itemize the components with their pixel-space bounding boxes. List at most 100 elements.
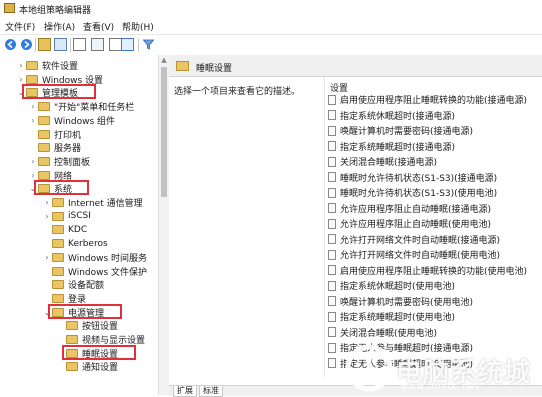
show-hide-tree-icon[interactable] <box>54 38 67 51</box>
setting-row[interactable]: 睡眠时允许待机状态(S1-S3)(接通电源) <box>328 170 497 185</box>
highlight-box <box>62 344 136 360</box>
setting-label: 允许打开网络文件时自动睡眠(使用电池) <box>340 251 501 261</box>
toolbar-separator <box>35 38 36 52</box>
policy-setting-icon <box>328 327 336 337</box>
forward-arrow-icon[interactable] <box>20 38 33 51</box>
setting-label: 允许应用程序阻止自动睡眠(使用电池) <box>340 220 492 230</box>
tree-item-label: Internet 通信管理 <box>68 199 143 209</box>
extended-view-icon[interactable] <box>121 38 134 51</box>
chevron-right-icon[interactable]: › <box>42 198 52 207</box>
policy-setting-icon <box>328 203 336 213</box>
policy-setting-icon <box>328 110 336 120</box>
policy-setting-icon <box>328 311 336 322</box>
tree-pane: › 软件设置 › Windows 设置 ⌄ 管理模板 › "开始"菜单和任务栏 › Windows… <box>0 55 158 395</box>
setting-row[interactable]: 关闭混合睡眠(接通电源) <box>328 154 437 169</box>
setting-row[interactable]: 启用使应用程序阻止睡眠转换的功能(使用电池) <box>328 263 527 278</box>
chevron-right-icon[interactable]: › <box>28 102 38 111</box>
tree-item-label: 软件设置 <box>42 62 79 72</box>
scroll-thumb[interactable] <box>161 67 167 197</box>
description-text: 选择一个项目来查看它的描述。 <box>174 87 301 97</box>
setting-row[interactable]: 指定系统休眠超时(使用电池) <box>328 278 455 293</box>
setting-label: 指定系统睡眠超时(使用电池) <box>340 313 456 323</box>
setting-row[interactable]: 睡眠时允许待机状态(S1-S3)(使用电池) <box>328 185 497 200</box>
tree-item-label: KDC <box>68 224 88 235</box>
tree-item-label: iSCSI <box>68 211 91 222</box>
export-list-icon[interactable] <box>91 38 104 51</box>
setting-row[interactable]: 指定系统睡眠超时(使用电池) <box>328 309 455 324</box>
title-bar: 本地组策略编辑器 <box>0 0 542 17</box>
setting-row[interactable]: 启用使应用程序阻止睡眠转换的功能(接通电源) <box>328 92 527 107</box>
folder-icon <box>38 102 50 112</box>
folder-icon <box>52 225 64 235</box>
folder-icon <box>52 198 64 207</box>
policy-setting-icon <box>328 156 336 167</box>
policy-setting-icon <box>328 141 336 151</box>
watermark-circle-icon <box>345 344 393 392</box>
tree-item-label: 通知设置 <box>82 363 119 374</box>
policy-setting-icon <box>328 249 336 260</box>
setting-row[interactable]: 允许应用程序阻止自动睡眠(接通电源) <box>328 201 491 216</box>
setting-label: 允许打开网络文件时自动睡眠(接通电源) <box>340 235 501 246</box>
tab-standard[interactable]: 标准 <box>199 386 223 397</box>
menu-file[interactable]: 文件(F) <box>5 20 35 33</box>
chevron-right-icon[interactable]: › <box>42 253 52 262</box>
menu-view[interactable]: 查看(V) <box>83 20 114 33</box>
setting-label: 启用使应用程序阻止睡眠转换的功能(使用电池) <box>340 266 528 277</box>
properties-icon[interactable] <box>73 38 86 51</box>
tree-item-label: "开始"菜单和任务栏 <box>54 103 135 114</box>
folder-icon <box>52 266 64 276</box>
tree-item-label: Kerberos <box>68 238 108 249</box>
folder-icon <box>66 335 78 344</box>
toolbar-separator <box>70 38 71 52</box>
toolbar-separator <box>138 38 139 52</box>
setting-label: 指定系统睡眠超时(接通电源) <box>340 142 456 153</box>
filter-icon[interactable] <box>142 38 155 51</box>
tab-extended[interactable]: 扩展 <box>173 386 197 397</box>
setting-label: 允许应用程序阻止自动睡眠(接通电源) <box>340 204 492 215</box>
setting-row[interactable]: 唤醒计算机时需要密码(使用电池) <box>328 294 473 309</box>
scroll-up-icon[interactable]: ▲ <box>160 56 168 64</box>
policy-setting-icon <box>328 358 336 368</box>
chevron-right-icon[interactable]: › <box>16 61 26 70</box>
tree-item[interactable]: 通知设置 <box>56 359 118 374</box>
folder-icon <box>52 211 64 221</box>
setting-row[interactable]: 允许打开网络文件时自动睡眠(接通电源) <box>328 232 500 247</box>
menu-help[interactable]: 帮助(H) <box>122 20 154 33</box>
setting-label: 指定系统休眠超时(使用电池) <box>340 282 456 292</box>
tree-item-label: 设备配额 <box>68 281 105 292</box>
highlight-box <box>34 180 89 196</box>
back-arrow-icon[interactable] <box>4 38 17 51</box>
setting-label: 启用使应用程序阻止睡眠转换的功能(接通电源) <box>340 96 528 106</box>
chevron-right-icon[interactable]: › <box>16 75 26 84</box>
folder-icon <box>38 156 50 166</box>
menu-action[interactable]: 操作(A) <box>44 20 75 33</box>
setting-row[interactable]: 关闭混合睡眠(使用电池) <box>328 325 437 340</box>
tree-item-label: Windows 组件 <box>54 116 116 127</box>
folder-icon <box>26 74 38 84</box>
watermark-logo: 电脑系统城 www.dnxtc.net <box>340 340 540 395</box>
folder-up-icon[interactable] <box>38 38 51 51</box>
folder-icon <box>52 280 64 290</box>
setting-row[interactable]: 指定系统休眠超时(接通电源) <box>328 108 455 123</box>
setting-row[interactable]: 允许打开网络文件时自动睡眠(使用电池) <box>328 247 500 262</box>
chevron-right-icon[interactable]: › <box>42 212 52 221</box>
tree-item-label: Windows 时间服务 <box>68 253 148 264</box>
policy-setting-icon <box>328 265 336 275</box>
tree-item-label: 控制面板 <box>54 157 91 168</box>
chevron-right-icon[interactable]: › <box>28 157 38 166</box>
pane-divider <box>324 77 325 377</box>
policy-setting-icon <box>328 187 336 198</box>
setting-row[interactable]: 允许应用程序阻止自动睡眠(使用电池) <box>328 216 491 231</box>
chevron-right-icon[interactable]: › <box>28 116 38 125</box>
policy-setting-icon <box>328 172 336 182</box>
setting-row[interactable]: 指定系统睡眠超时(接通电源) <box>328 139 455 154</box>
setting-row[interactable]: 唤醒计算机时需要密码(接通电源) <box>328 123 473 138</box>
setting-label: 睡眠时允许待机状态(S1-S3)(使用电池) <box>340 189 498 199</box>
folder-icon <box>52 239 64 249</box>
chevron-right-icon[interactable]: › <box>28 171 38 180</box>
folder-icon <box>52 293 64 303</box>
tree-item-label: 打印机 <box>54 130 82 141</box>
setting-label: 关闭混合睡眠(使用电池) <box>340 328 438 339</box>
app-icon <box>4 3 15 13</box>
folder-icon <box>66 362 78 372</box>
